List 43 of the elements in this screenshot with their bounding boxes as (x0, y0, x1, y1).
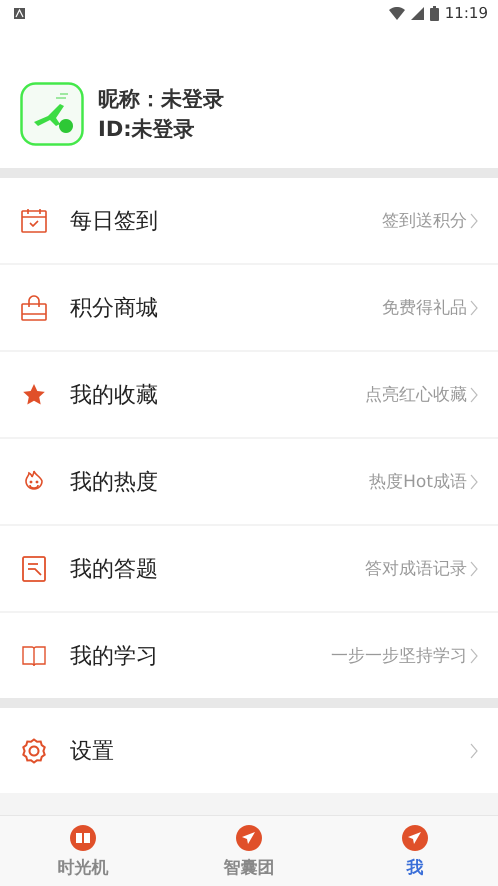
chevron-icon (470, 474, 478, 490)
menu-row[interactable]: 积分商城 免费得礼品 (0, 265, 498, 350)
paper-plane-icon (401, 824, 429, 852)
calendar-icon (20, 206, 48, 234)
menu-hint: 签到送积分 (382, 210, 467, 232)
menu-hint: 答对成语记录 (365, 558, 467, 580)
book-icon (69, 824, 97, 852)
menu-row[interactable]: 每日签到 签到送积分 (0, 178, 498, 263)
chevron-icon (470, 560, 478, 576)
menu-label: 我的热度 (70, 468, 159, 496)
menu-label: 每日签到 (70, 208, 159, 236)
chevron-icon (470, 212, 478, 228)
signal-icon (410, 6, 424, 20)
menu-row[interactable]: 我的答题 答对成语记录 (0, 526, 498, 611)
settings-icon (20, 736, 48, 764)
menu-hint: 一步一步坚持学习 (331, 645, 467, 667)
user-id-label: ID:未登录 (98, 116, 196, 143)
bag-icon (20, 294, 48, 322)
battery-icon (430, 6, 439, 20)
wifi-icon (388, 6, 405, 20)
app-logo (20, 82, 84, 146)
menu-label: 积分商城 (70, 294, 159, 322)
paper-plane-icon (235, 824, 263, 852)
menu-label: 我的学习 (70, 642, 159, 670)
note-icon (20, 554, 48, 582)
menu-row[interactable]: 我的收藏 点亮红心收藏 (0, 352, 498, 437)
chevron-icon (470, 386, 478, 402)
notification-icon (14, 8, 25, 18)
menu-label: 我的答题 (70, 556, 159, 584)
chevron-icon (470, 648, 478, 664)
menu-row[interactable]: 设置 (0, 708, 498, 793)
menu-row[interactable]: 我的热度 热度Hot成语 (0, 439, 498, 524)
menu-hint: 点亮红心收藏 (365, 384, 467, 406)
menu-hint: 热度Hot成语 (369, 471, 467, 493)
chevron-icon (470, 300, 478, 316)
menu-row[interactable]: 我的学习 一步一步坚持学习 (0, 613, 498, 698)
tab[interactable]: 我 (332, 816, 498, 886)
menu-label: 我的收藏 (70, 382, 159, 410)
chevron-icon (470, 742, 478, 758)
menu-label: 设置 (70, 738, 115, 766)
menu-hint: 免费得礼品 (382, 297, 467, 319)
nickname-label: 昵称：未登录 (98, 86, 224, 113)
status-time: 11:19 (444, 4, 488, 22)
